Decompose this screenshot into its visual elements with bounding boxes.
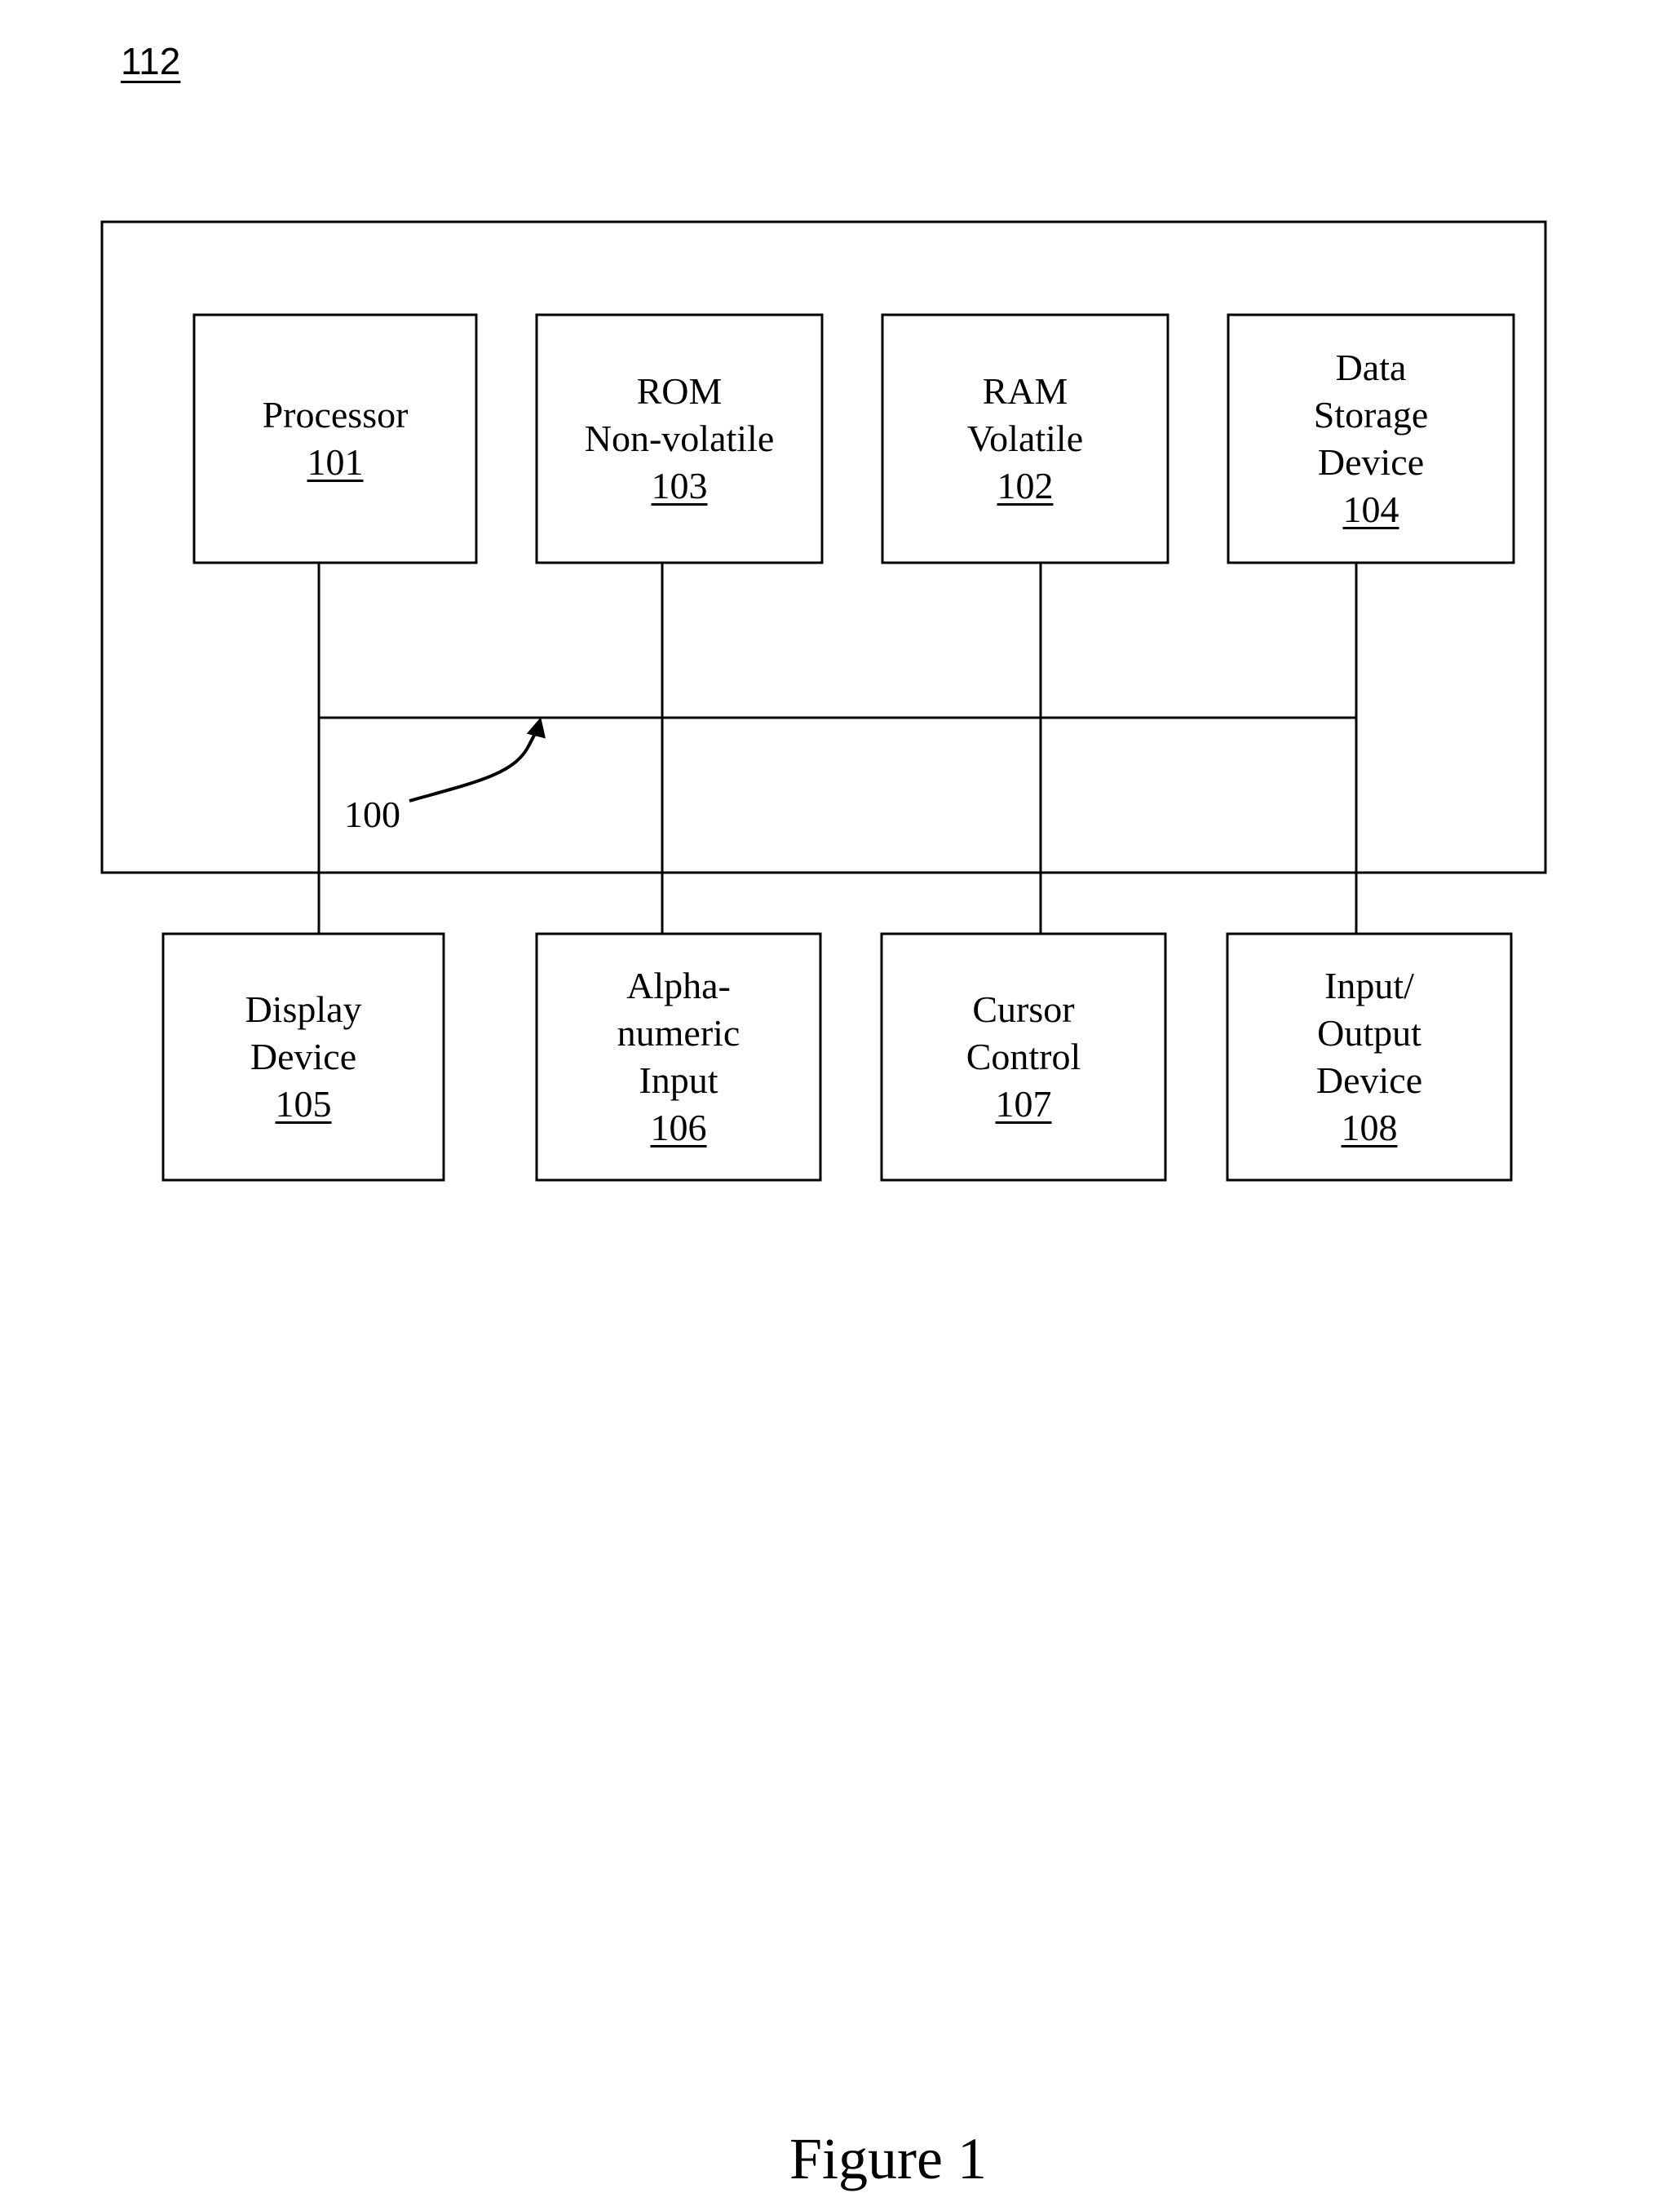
block-label: Control [966,1036,1081,1077]
ram-block: RAM Volatile 102 [882,315,1168,563]
block-label: ROM [636,370,723,412]
block-label: Data [1335,347,1407,388]
block-label: Input/ [1324,965,1414,1006]
data-storage-block: Data Storage Device 104 [1228,315,1514,563]
block-label: Device [250,1036,357,1077]
figure-caption: Figure 1 [789,2126,987,2191]
block-label: Output [1317,1012,1421,1054]
display-device-block: Display Device 105 [163,934,444,1180]
block-label: Processor [262,394,409,436]
io-device-block: Input/ Output Device 108 [1227,934,1511,1180]
block-number: 108 [1341,1107,1398,1148]
block-label: Alpha- [626,965,731,1006]
block-number: 101 [307,441,364,483]
block-number: 103 [651,465,708,506]
block-label: RAM [982,370,1068,412]
block-label: Device [1317,441,1425,483]
bus-label: 100 [344,794,400,835]
block-label: Display [245,988,362,1030]
block-label: Input [639,1059,718,1101]
block-number: 104 [1342,489,1399,530]
block-number: 105 [275,1083,332,1125]
block-label: Non-volatile [584,418,775,459]
alphanumeric-input-block: Alpha- numeric Input 106 [537,934,820,1180]
block-number: 107 [995,1083,1052,1125]
block-label: numeric [617,1012,741,1054]
block-label: Cursor [972,988,1075,1030]
block-label: Volatile [966,418,1084,459]
block-label: Storage [1313,394,1429,436]
block-number: 102 [997,465,1054,506]
processor-block: Processor 101 [194,315,476,563]
rom-block: ROM Non-volatile 103 [537,315,822,563]
bus-leader-arrow [409,717,546,802]
block-label: Device [1315,1059,1423,1101]
cursor-control-block: Cursor Control 107 [882,934,1165,1180]
block-number: 106 [650,1107,707,1148]
